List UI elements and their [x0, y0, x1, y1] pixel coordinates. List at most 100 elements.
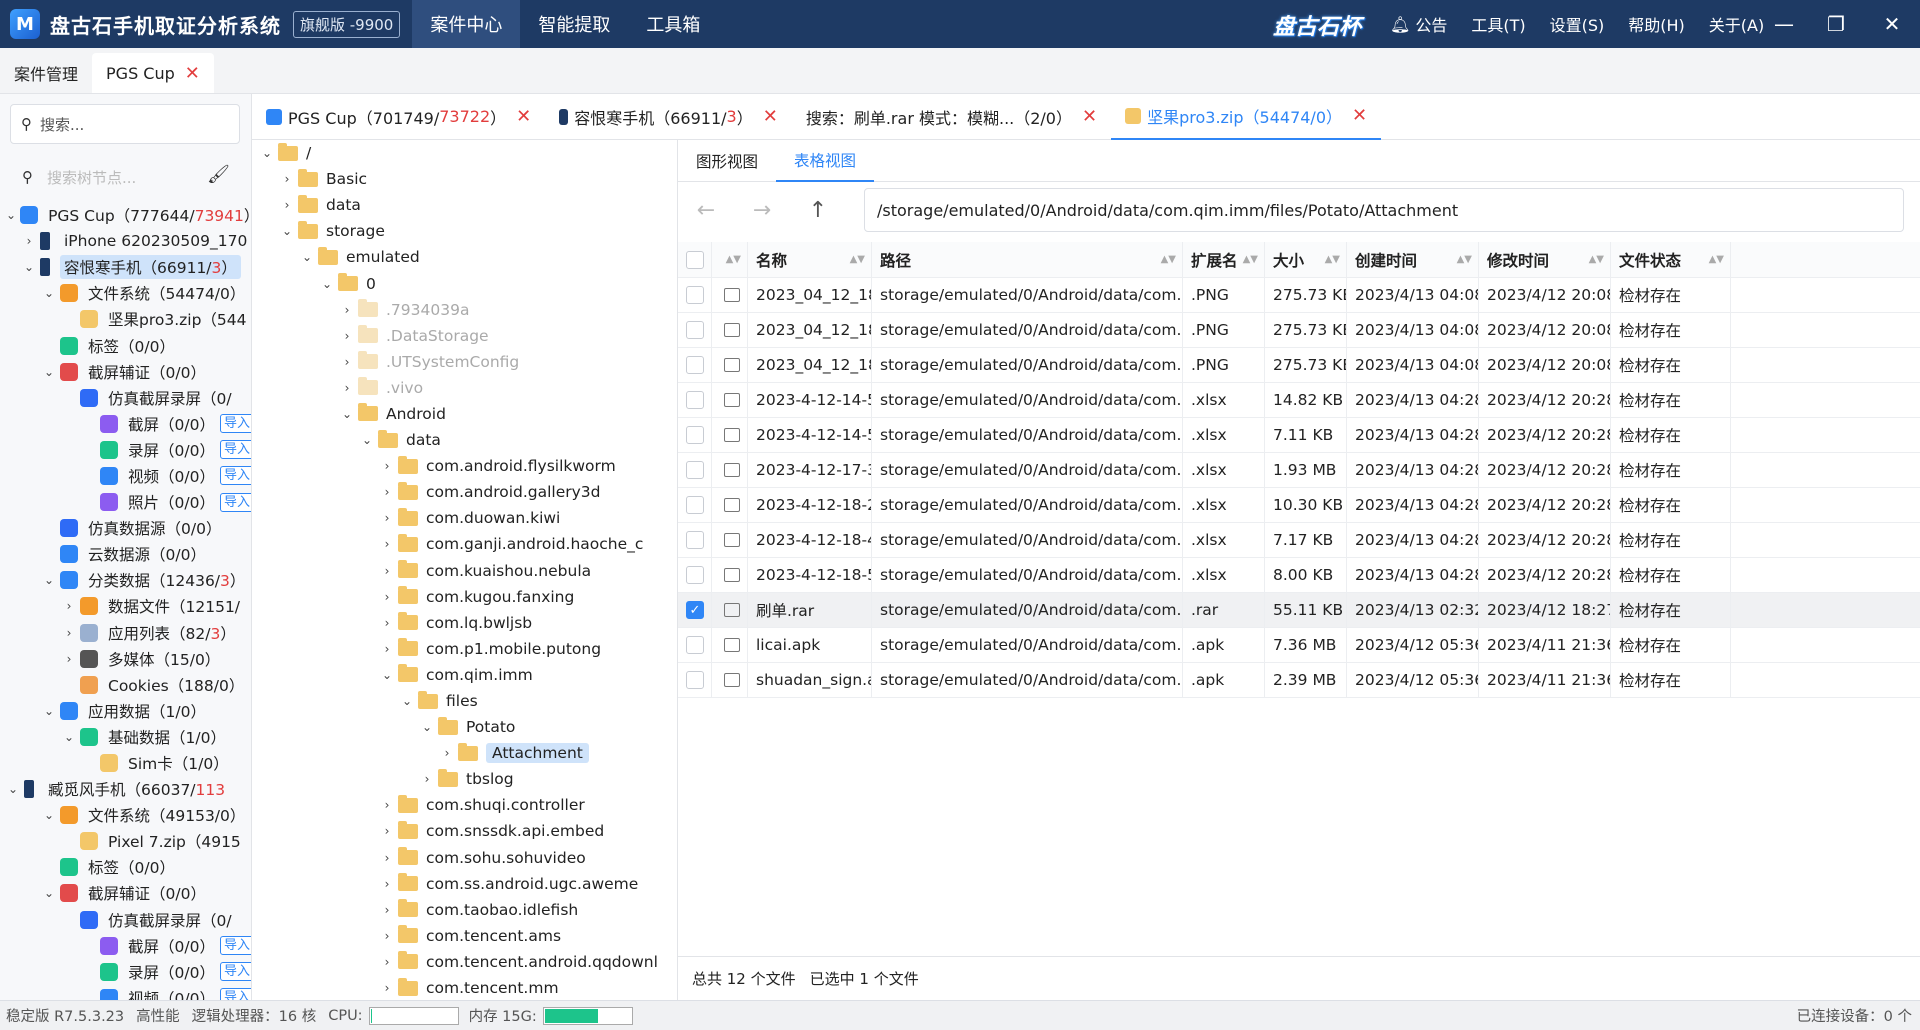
- row-checkbox[interactable]: [686, 531, 704, 549]
- chevron-icon[interactable]: ⌄: [320, 277, 334, 291]
- tree-node[interactable]: ⌄ 文件系统（54474/0）: [0, 280, 251, 306]
- row-checkbox[interactable]: [686, 566, 704, 584]
- directory-node[interactable]: ⌄ com.qim.imm: [252, 662, 677, 688]
- chevron-icon[interactable]: ⌄: [280, 224, 294, 238]
- up-arrow-icon[interactable]: ↑: [790, 198, 846, 223]
- chevron-icon[interactable]: ⌄: [6, 782, 20, 796]
- close-icon[interactable]: ✕: [516, 106, 531, 127]
- directory-node[interactable]: › com.lq.bwljsb: [252, 610, 677, 636]
- row-checkbox[interactable]: [686, 671, 704, 689]
- table-row[interactable]: 2023-4-12-18-5-...storage/emulated/0/And…: [678, 558, 1920, 593]
- directory-node[interactable]: ⌄ emulated: [252, 244, 677, 270]
- chevron-icon[interactable]: ›: [22, 234, 36, 248]
- chevron-icon[interactable]: ›: [340, 381, 354, 395]
- back-arrow-icon[interactable]: ←: [678, 198, 734, 223]
- directory-node[interactable]: › com.android.flysilkworm: [252, 453, 677, 479]
- chevron-icon[interactable]: ›: [440, 746, 454, 760]
- close-icon[interactable]: ✕: [185, 63, 200, 84]
- import-button[interactable]: 导入: [220, 440, 251, 460]
- chevron-icon[interactable]: ›: [340, 355, 354, 369]
- import-button[interactable]: 导入: [220, 962, 251, 982]
- chevron-icon[interactable]: ⌄: [420, 720, 434, 734]
- tab-case-management[interactable]: 案件管理: [0, 53, 92, 93]
- directory-node[interactable]: › com.p1.mobile.putong: [252, 636, 677, 662]
- sort-icon[interactable]: ▲▼: [1161, 254, 1176, 265]
- tree-node[interactable]: 仿真数据源（0/0）: [0, 515, 251, 541]
- tree-node[interactable]: › 数据文件（12151/: [0, 593, 251, 619]
- directory-node[interactable]: › .UTSystemConfig: [252, 349, 677, 375]
- chevron-icon[interactable]: ⌄: [22, 260, 36, 274]
- chevron-icon[interactable]: ⌄: [42, 704, 56, 718]
- chevron-icon[interactable]: ›: [380, 642, 394, 656]
- tree-node[interactable]: 云数据源（0/0）: [0, 541, 251, 567]
- tree-node[interactable]: ⌄ 文件系统（49153/0）: [0, 802, 251, 828]
- chevron-icon[interactable]: ›: [280, 172, 294, 186]
- tab-table-view[interactable]: 表格视图: [776, 140, 875, 182]
- chevron-icon[interactable]: ⌄: [42, 886, 56, 900]
- chevron-icon[interactable]: ›: [380, 537, 394, 551]
- nav-toolbox[interactable]: 工具箱: [628, 0, 718, 48]
- case-search-input[interactable]: ⚲ 搜索...: [10, 104, 240, 144]
- row-checkbox[interactable]: [686, 461, 704, 479]
- chevron-icon[interactable]: ⌄: [300, 250, 314, 264]
- chevron-icon[interactable]: ⌄: [6, 208, 16, 222]
- nav-case-center[interactable]: 案件中心: [412, 0, 521, 48]
- brush-icon[interactable]: 🖌︎: [207, 164, 230, 185]
- directory-node[interactable]: ⌄ Android: [252, 401, 677, 427]
- chevron-icon[interactable]: ›: [380, 955, 394, 969]
- directory-node[interactable]: › .vivo: [252, 375, 677, 401]
- chevron-icon[interactable]: ⌄: [42, 808, 56, 822]
- minimize-button[interactable]: —: [1756, 0, 1812, 48]
- directory-node[interactable]: › .7934039a: [252, 297, 677, 323]
- chevron-icon[interactable]: ›: [380, 511, 394, 525]
- table-row[interactable]: licai.apk storage/emulated/0/Android/data…: [678, 628, 1920, 663]
- import-button[interactable]: 导入: [220, 988, 251, 1000]
- chevron-icon[interactable]: ⌄: [42, 365, 56, 379]
- sort-icon[interactable]: ▲▼: [850, 254, 865, 265]
- column-header[interactable]: 名称 ▲▼: [748, 242, 872, 277]
- chevron-icon[interactable]: ›: [380, 903, 394, 917]
- tree-node[interactable]: ⌄ 应用数据（1/0）: [0, 698, 251, 724]
- chevron-icon[interactable]: ›: [340, 303, 354, 317]
- directory-node[interactable]: ⌄ Potato: [252, 714, 677, 740]
- chevron-icon[interactable]: ›: [380, 798, 394, 812]
- table-row[interactable]: 2023-4-12-17-3...storage/emulated/0/Andr…: [678, 453, 1920, 488]
- chevron-icon[interactable]: ⌄: [400, 694, 414, 708]
- help-menu[interactable]: 帮助(H): [1628, 12, 1685, 36]
- close-icon[interactable]: ✕: [1082, 106, 1097, 127]
- select-all-checkbox[interactable]: [686, 250, 704, 269]
- directory-node[interactable]: › com.shuqi.controller: [252, 792, 677, 818]
- tree-node[interactable]: 视频（0/0） 导入: [0, 985, 251, 1000]
- row-checkbox[interactable]: [686, 636, 704, 654]
- tree-node[interactable]: › 应用列表（82/3）: [0, 620, 251, 646]
- chevron-icon[interactable]: ›: [62, 626, 76, 640]
- tree-node[interactable]: Cookies（188/0）: [0, 672, 251, 698]
- column-header[interactable]: 创建时间 ▲▼: [1347, 242, 1479, 277]
- row-checkbox[interactable]: [686, 321, 704, 339]
- directory-node[interactable]: › Basic: [252, 166, 677, 192]
- table-row[interactable]: 2023-4-12-14-5...storage/emulated/0/Andr…: [678, 383, 1920, 418]
- chevron-icon[interactable]: ⌄: [360, 433, 374, 447]
- chevron-icon[interactable]: ›: [380, 564, 394, 578]
- chevron-icon[interactable]: ⌄: [380, 668, 394, 682]
- table-row[interactable]: 2023-4-12-18-4-...storage/emulated/0/And…: [678, 523, 1920, 558]
- directory-node[interactable]: › com.taobao.idlefish: [252, 897, 677, 923]
- chevron-icon[interactable]: ›: [380, 459, 394, 473]
- chevron-icon[interactable]: ⌄: [42, 573, 56, 587]
- directory-node[interactable]: › data: [252, 192, 677, 218]
- chevron-icon[interactable]: ⌄: [62, 730, 76, 744]
- tree-node[interactable]: Sim卡（1/0）: [0, 750, 251, 776]
- table-row[interactable]: 2023_04_12_18_...storage/emulated/0/Andr…: [678, 348, 1920, 383]
- chevron-icon[interactable]: ›: [340, 329, 354, 343]
- table-row[interactable]: 2023_04_12_18_...storage/emulated/0/Andr…: [678, 278, 1920, 313]
- directory-node[interactable]: › Attachment: [252, 740, 677, 766]
- document-tab[interactable]: 搜索：刷单.rar 模式：模糊...（2/0） ✕: [792, 94, 1111, 140]
- tree-node[interactable]: ⌄ 臧觅风手机（66037/113: [0, 776, 251, 802]
- tree-node[interactable]: 录屏（0/0） 导入: [0, 959, 251, 985]
- directory-node[interactable]: › com.ganji.android.haoche_c: [252, 531, 677, 557]
- chevron-icon[interactable]: ›: [380, 981, 394, 995]
- sort-icon[interactable]: ▲▼: [1243, 254, 1258, 265]
- tree-node[interactable]: › iPhone 620230509_170: [0, 228, 251, 254]
- table-row[interactable]: 2023-4-12-18-2-...storage/emulated/0/And…: [678, 488, 1920, 523]
- close-icon[interactable]: ✕: [763, 106, 778, 127]
